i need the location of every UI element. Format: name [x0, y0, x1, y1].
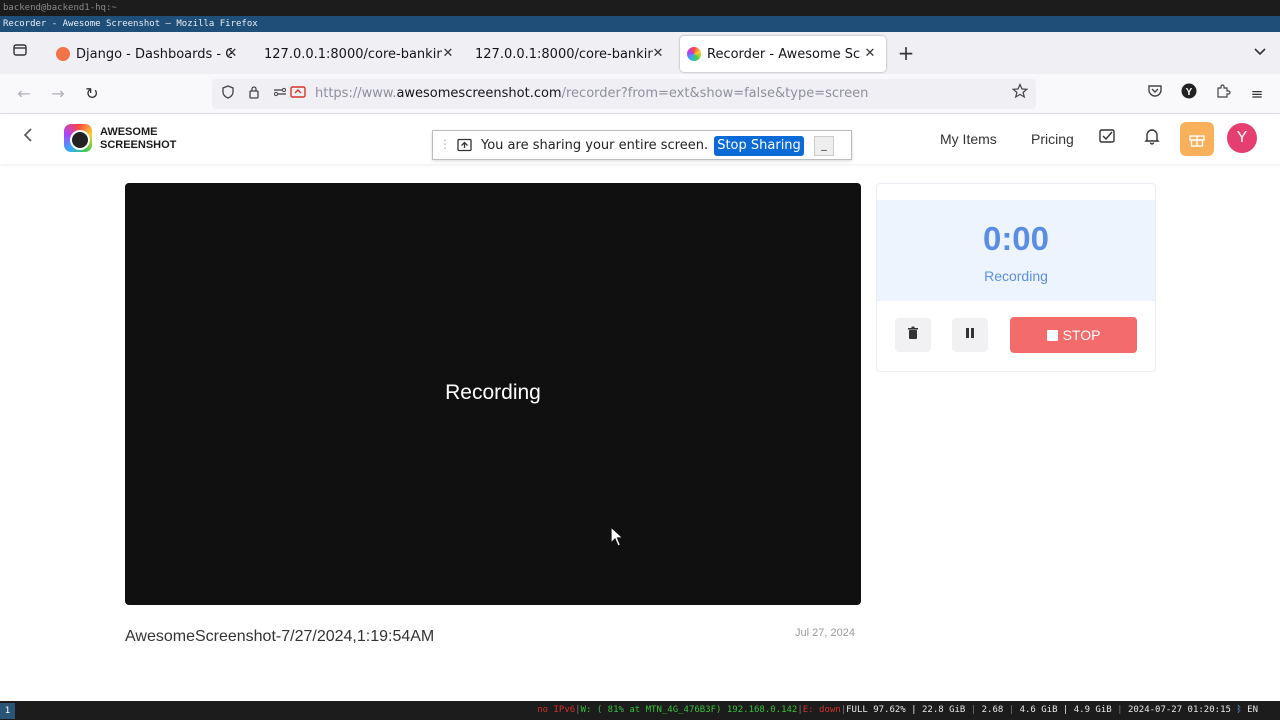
disk-status: FULL 97.62% | 22.8 GiB — [846, 705, 966, 715]
awesome-screenshot-favicon-icon — [687, 47, 701, 61]
load-status: 2.68 — [981, 705, 1004, 715]
logo-text[interactable]: AWESOME SCREENSHOT — [100, 126, 176, 152]
stop-label: STOP — [1062, 327, 1101, 343]
list-tabs-chevron-icon[interactable] — [1248, 41, 1272, 65]
annotation-tasks-icon[interactable] — [1095, 127, 1119, 151]
recording-preview: Recording — [125, 183, 861, 605]
window-title-bar: Recorder - Awesome Screenshot — Mozilla … — [0, 16, 1280, 32]
terminal-title: backend@backend1-hq:~ — [3, 3, 117, 13]
window-title: Recorder - Awesome Screenshot — Mozilla … — [3, 19, 258, 29]
pause-recording-button[interactable] — [952, 318, 988, 352]
recording-timer: 0:00 — [982, 220, 1050, 257]
workspace-indicator[interactable]: 1 — [0, 703, 15, 719]
tab-recorder[interactable]: Recorder - Awesome Scre ✕ — [680, 36, 886, 72]
tab-title: Recorder - Awesome Scre — [707, 46, 861, 62]
mouse-cursor-icon — [610, 525, 625, 553]
tab-django-dashboards[interactable]: Django - Dashboards - G ✕ — [48, 36, 248, 72]
screen-sharing-indicator-icon[interactable] — [286, 82, 310, 106]
recorder-panel: 0:00 Recording STOP — [876, 183, 1156, 372]
reload-icon[interactable]: ↻ — [80, 82, 104, 106]
close-tab-icon[interactable]: ✕ — [224, 46, 240, 62]
clock: 2024-07-27 01:20:15 — [1127, 705, 1231, 715]
avatar[interactable]: Y — [1227, 123, 1257, 153]
firefox-view-icon[interactable] — [8, 41, 32, 65]
share-banner-text: You are sharing your entire screen. — [481, 138, 709, 153]
tab-title: Django - Dashboards - G — [76, 46, 232, 62]
forward-arrow-icon[interactable]: → — [46, 82, 70, 106]
back-chevron-icon[interactable] — [16, 126, 40, 150]
close-tab-icon[interactable]: ✕ — [862, 46, 878, 62]
close-tab-icon[interactable]: ✕ — [650, 46, 666, 62]
url-text[interactable]: https://www.awesomescreenshot.com/record… — [315, 86, 868, 101]
system-status-bar: 1 no IPv6|W: ( 81% at MTN_4G_476B3F) 192… — [0, 701, 1280, 720]
recording-status: Recording — [984, 268, 1048, 284]
tab-strip: Django - Dashboards - G ✕ 127.0.0.1:8000… — [0, 32, 1280, 74]
site-header: AWESOME SCREENSHOT ⋮ You are sharing you… — [0, 114, 1280, 164]
bookmark-star-icon[interactable] — [1008, 82, 1032, 106]
tab-core-banking-1[interactable]: 127.0.0.1:8000/core-bankinc ✕ — [256, 36, 464, 72]
lock-icon[interactable] — [242, 82, 266, 106]
stop-recording-button[interactable]: STOP — [1010, 317, 1137, 353]
bluetooth-icon[interactable]: ᛒ — [1236, 705, 1241, 715]
keyboard-layout[interactable]: EN — [1247, 705, 1258, 715]
recording-date: Jul 27, 2024 — [795, 627, 855, 639]
notification-bell-icon[interactable] — [1140, 127, 1164, 151]
yandex-extension-icon[interactable]: Y — [1177, 82, 1201, 106]
tab-title: 127.0.0.1:8000/core-bankinc — [264, 46, 442, 62]
terminal-title-bar: backend@backend1-hq:~ — [0, 0, 1280, 16]
awesome-screenshot-logo-icon[interactable] — [64, 124, 92, 152]
trash-icon — [906, 326, 920, 345]
extensions-puzzle-icon[interactable] — [1211, 82, 1235, 106]
shield-icon[interactable] — [216, 82, 240, 106]
recording-file-name[interactable]: AwesomeScreenshot-7/27/2024,1:19:54AM — [125, 628, 434, 646]
pocket-icon[interactable] — [1143, 82, 1167, 106]
screen-share-banner: ⋮ You are sharing your entire screen. St… — [432, 130, 852, 160]
tab-core-banking-2[interactable]: 127.0.0.1:8000/core-bankinc ✕ — [466, 36, 674, 72]
delete-recording-button[interactable] — [895, 318, 931, 352]
nav-my-items[interactable]: My Items — [940, 131, 997, 147]
drag-handle-icon[interactable]: ⋮ — [439, 137, 451, 151]
share-screen-icon — [457, 138, 473, 157]
timer-box: 0:00 Recording — [877, 200, 1155, 301]
close-tab-icon[interactable]: ✕ — [440, 46, 456, 62]
back-arrow-icon[interactable]: ← — [12, 82, 36, 106]
wifi-status: W: ( 81% at MTN_4G_476B3F) 192.168.0.142 — [580, 705, 798, 715]
gift-icon[interactable] — [1180, 122, 1214, 156]
tab-title: 127.0.0.1:8000/core-bankinc — [475, 46, 653, 62]
ethernet-status: E: down — [802, 705, 841, 715]
memory-status: 4.6 GiB | 4.9 GiB — [1019, 705, 1112, 715]
ipv6-status: no IPv6 — [537, 705, 576, 715]
nav-pricing[interactable]: Pricing — [1031, 131, 1074, 147]
svg-text:Y: Y — [1186, 87, 1193, 98]
status-items: no IPv6|W: ( 81% at MTN_4G_476B3F) 192.1… — [537, 705, 1258, 715]
stop-sharing-button[interactable]: Stop Sharing — [714, 136, 804, 156]
preview-recording-label: Recording — [445, 381, 541, 404]
pause-icon — [964, 326, 976, 344]
new-tab-icon[interactable]: + — [894, 41, 918, 65]
url-bar[interactable]: https://www.awesomescreenshot.com/record… — [212, 79, 1036, 109]
stop-square-icon — [1046, 329, 1058, 341]
navigation-toolbar: ← → ↻ https://www.awesomescreenshot.com/… — [0, 74, 1280, 114]
hamburger-menu-icon[interactable]: ≡ — [1245, 82, 1269, 106]
grafana-favicon-icon — [56, 47, 70, 61]
hide-banner-button[interactable]: _ — [814, 136, 834, 156]
